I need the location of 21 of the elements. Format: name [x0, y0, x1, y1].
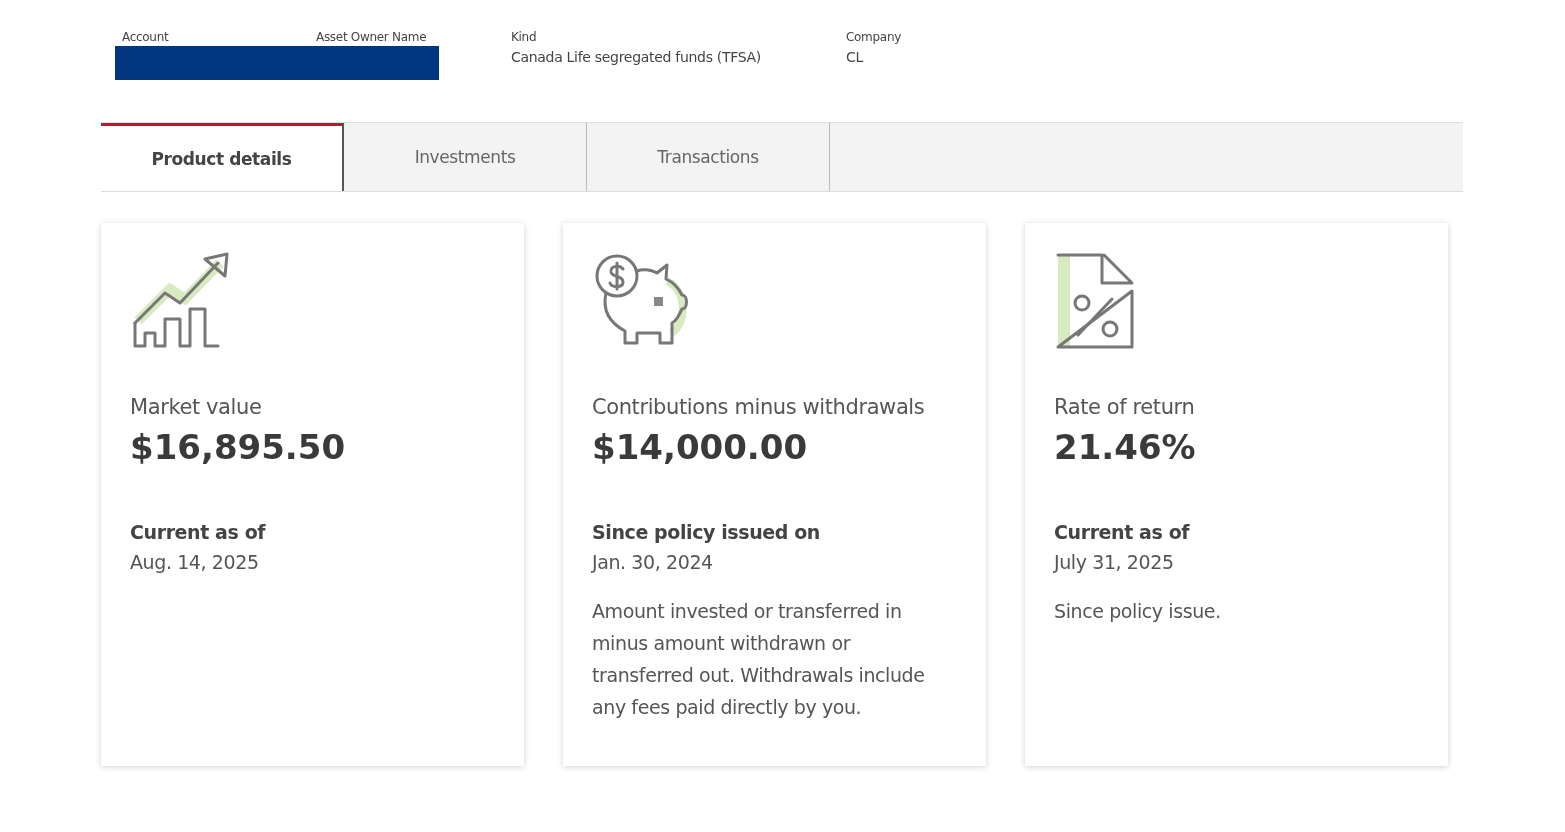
card-amount: $16,895.50 — [130, 427, 347, 467]
card-title: Contributions minus withdrawals — [592, 395, 926, 419]
card-description: Since policy issue. — [1054, 599, 1222, 624]
field-label: Kind — [511, 30, 538, 44]
card-amount: 21.46% — [1054, 427, 1197, 467]
field-value: Canada Life segregated funds (TFSA) — [511, 49, 762, 65]
field-value: CL — [846, 49, 865, 65]
note-date: Aug. 14, 2025 — [130, 551, 260, 573]
note-label: Current as of — [130, 521, 267, 543]
card-title: Market value — [130, 395, 263, 419]
note-label: Since policy issued on — [592, 521, 821, 543]
field-label: Asset Owner Name — [316, 30, 428, 44]
field-label: Company — [846, 30, 902, 44]
card-description: Amount invested or transferred in minus amount withdrawn or transferred out. Withdrawals include any fees paid directly by you. — [592, 599, 926, 720]
note-date: July 31, 2025 — [1054, 551, 1175, 573]
field-label: Account — [122, 30, 170, 44]
card-amount: $14,000.00 — [592, 427, 809, 467]
note-date: Jan. 30, 2024 — [592, 551, 714, 573]
note-label: Current as of — [1054, 521, 1191, 543]
card-title: Rate of return — [1054, 395, 1196, 419]
tab[interactable]: Product details — [101, 123, 344, 191]
